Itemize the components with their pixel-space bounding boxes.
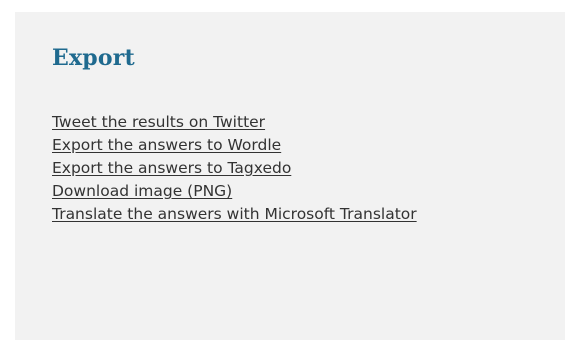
list-item: Export the answers to Wordle: [52, 134, 565, 157]
translate-answers-link[interactable]: Translate the answers with Microsoft Tra…: [52, 205, 417, 223]
export-wordle-link[interactable]: Export the answers to Wordle: [52, 136, 281, 154]
export-panel: Export Tweet the results on Twitter Expo…: [15, 12, 565, 340]
list-item: Translate the answers with Microsoft Tra…: [52, 203, 565, 226]
export-tagxedo-link[interactable]: Export the answers to Tagxedo: [52, 159, 291, 177]
list-item: Download image (PNG): [52, 180, 565, 203]
export-title: Export: [52, 45, 135, 71]
tweet-results-link[interactable]: Tweet the results on Twitter: [52, 113, 265, 131]
list-item: Tweet the results on Twitter: [52, 111, 565, 134]
export-links-list: Tweet the results on Twitter Export the …: [52, 71, 565, 226]
list-item: Export the answers to Tagxedo: [52, 157, 565, 180]
download-png-link[interactable]: Download image (PNG): [52, 182, 232, 200]
